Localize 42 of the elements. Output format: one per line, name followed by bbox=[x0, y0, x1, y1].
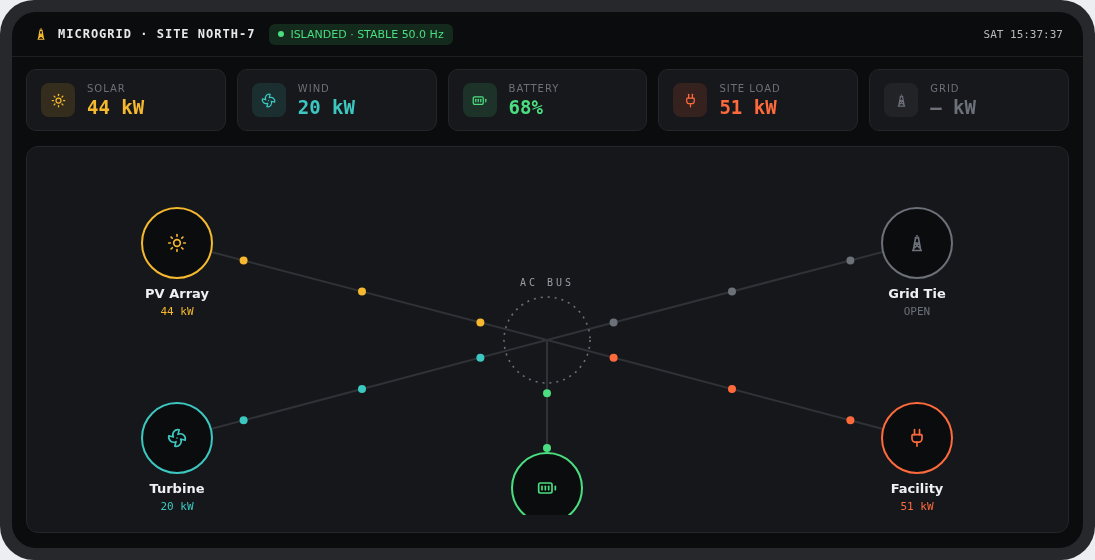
node-name: Grid Tie bbox=[887, 286, 947, 301]
node-value: 44 kW bbox=[159, 305, 195, 318]
flow-dot bbox=[543, 444, 551, 453]
flow-dot bbox=[543, 389, 551, 398]
node-name: PV Array bbox=[144, 286, 210, 301]
status-dot bbox=[278, 31, 285, 37]
flow-dot bbox=[609, 353, 618, 362]
status-badge: ISLANDED · STABLE 50.0 Hz bbox=[269, 23, 453, 45]
node-circle[interactable] bbox=[511, 452, 583, 515]
fan-icon bbox=[167, 428, 187, 448]
node-value: 51 kW bbox=[899, 500, 935, 513]
flow-dot bbox=[476, 318, 485, 327]
metric-value: 51 kW bbox=[719, 95, 778, 118]
node-value: 20 kW bbox=[159, 500, 195, 513]
metric-label: SOLAR bbox=[87, 82, 127, 94]
node-name: Facility bbox=[889, 481, 945, 496]
node-name: Turbine bbox=[148, 481, 206, 496]
flow-dot bbox=[358, 287, 366, 296]
site-title: MICROGRID · SITE NORTH-7 bbox=[58, 27, 256, 41]
flow-dot bbox=[609, 318, 618, 327]
flow-dot bbox=[728, 287, 736, 296]
sun-icon bbox=[50, 92, 66, 108]
flow-dot bbox=[476, 353, 485, 362]
flow-dot bbox=[239, 256, 248, 265]
metric-label: SITE LOAD bbox=[719, 82, 781, 94]
fan-icon bbox=[261, 92, 277, 108]
flow-dot bbox=[358, 385, 366, 393]
metric-value: 44 kW bbox=[87, 95, 145, 118]
flow-dot bbox=[728, 385, 736, 393]
flow-dot bbox=[846, 256, 855, 265]
node-value: OPEN bbox=[902, 305, 932, 318]
flow-dot bbox=[846, 416, 855, 425]
metric-value: — kW bbox=[930, 95, 976, 118]
metric-label: BATTERY bbox=[508, 82, 560, 94]
metric-value: 20 kW bbox=[297, 95, 355, 118]
bus-label: AC BUS bbox=[518, 277, 576, 288]
sun-icon bbox=[167, 233, 187, 253]
metric-label: GRID bbox=[930, 82, 961, 94]
clock: SAT 15:37:37 bbox=[983, 27, 1063, 41]
metric-value: 68% bbox=[508, 95, 544, 118]
flow-dot bbox=[239, 416, 248, 425]
metric-label: WIND bbox=[297, 82, 331, 94]
